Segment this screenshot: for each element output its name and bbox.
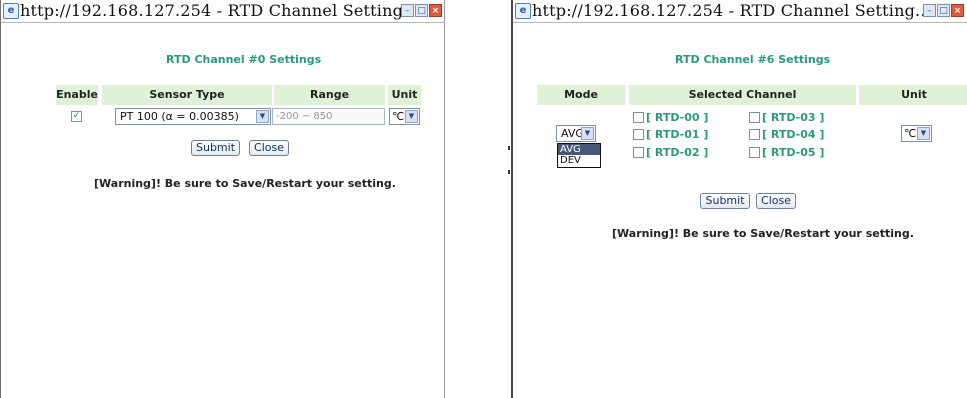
close-icon[interactable]: × [429,4,442,17]
sensor-type-value: PT 100 (α = 0.00385) [120,110,239,123]
close-button[interactable]: Close [756,193,796,209]
close-button[interactable]: Close [249,140,289,156]
page-title: RTD Channel #6 Settings [675,53,831,66]
mode-option-avg[interactable]: AVG [558,144,600,155]
unit-select[interactable]: ℃ ▼ [389,108,420,125]
window-title: http://192.168.127.254 - RTD Channel Set… [20,1,419,20]
chevron-down-icon[interactable]: ▼ [581,127,594,140]
page-title: RTD Channel #0 Settings [166,53,322,66]
channel-checkbox-rtd-02[interactable] [633,147,644,158]
header-enable: Enable [56,85,98,105]
window-edge-mark [508,146,510,150]
warning-text: [Warning]! Be sure to Save/Restart your … [612,227,914,240]
window-edge-mark [508,170,510,174]
maximize-icon[interactable]: □ [937,4,950,17]
mode-select[interactable]: AVG ▼ [556,125,596,142]
channel-checkbox-rtd-01[interactable] [633,129,644,140]
channel-label: [ RTD-04 ] [762,128,825,141]
unit-value: ℃ [904,127,917,140]
maximize-icon[interactable]: □ [415,4,428,17]
header-unit: Unit [388,85,421,105]
channel-checkbox-rtd-04[interactable] [749,129,760,140]
submit-button[interactable]: Submit [700,193,750,209]
title-bar: e http://192.168.127.254 - RTD Channel S… [1,0,444,23]
ie-page-icon: e [515,3,531,19]
minimize-icon[interactable]: – [923,4,936,17]
chevron-down-icon[interactable]: ▼ [405,110,418,123]
warning-text: [Warning]! Be sure to Save/Restart your … [94,177,396,190]
channel-label: [ RTD-02 ] [646,146,709,159]
enable-checkbox[interactable]: ✓ [71,111,82,122]
window-title: http://192.168.127.254 - RTD Channel Set… [532,1,931,20]
channel-label: [ RTD-05 ] [762,146,825,159]
title-bar: e http://192.168.127.254 - RTD Channel S… [513,0,967,23]
channel-label: [ RTD-03 ] [762,111,825,124]
channel-checkbox-rtd-05[interactable] [749,147,760,158]
submit-button[interactable]: Submit [191,140,240,156]
sensor-type-select[interactable]: PT 100 (α = 0.00385) ▼ [115,108,271,125]
unit-value: ℃ [392,110,405,123]
channel-checkbox-rtd-03[interactable] [749,112,760,123]
ie-page-icon: e [3,3,19,19]
close-icon[interactable]: × [951,4,964,17]
range-field: -200 ~ 850 [272,108,385,125]
channel-label: [ RTD-01 ] [646,128,709,141]
rtd-channel-6-window: e http://192.168.127.254 - RTD Channel S… [511,0,967,398]
channel-label: [ RTD-00 ] [646,111,709,124]
chevron-down-icon[interactable]: ▼ [917,127,930,140]
header-range: Range [274,85,385,105]
channel-checkbox-rtd-00[interactable] [633,112,644,123]
chevron-down-icon[interactable]: ▼ [256,110,269,123]
rtd-channel-0-window: e http://192.168.127.254 - RTD Channel S… [0,0,445,398]
range-value: -200 ~ 850 [276,111,333,122]
mode-option-dev[interactable]: DEV [558,155,600,166]
header-unit: Unit [859,85,967,105]
unit-select[interactable]: ℃ ▼ [901,125,932,142]
minimize-icon[interactable]: – [401,4,414,17]
mode-dropdown-list: AVG DEV [557,143,601,168]
header-sensor-type: Sensor Type [102,85,272,105]
header-selected-channel: Selected Channel [629,85,856,105]
header-mode: Mode [537,85,625,105]
